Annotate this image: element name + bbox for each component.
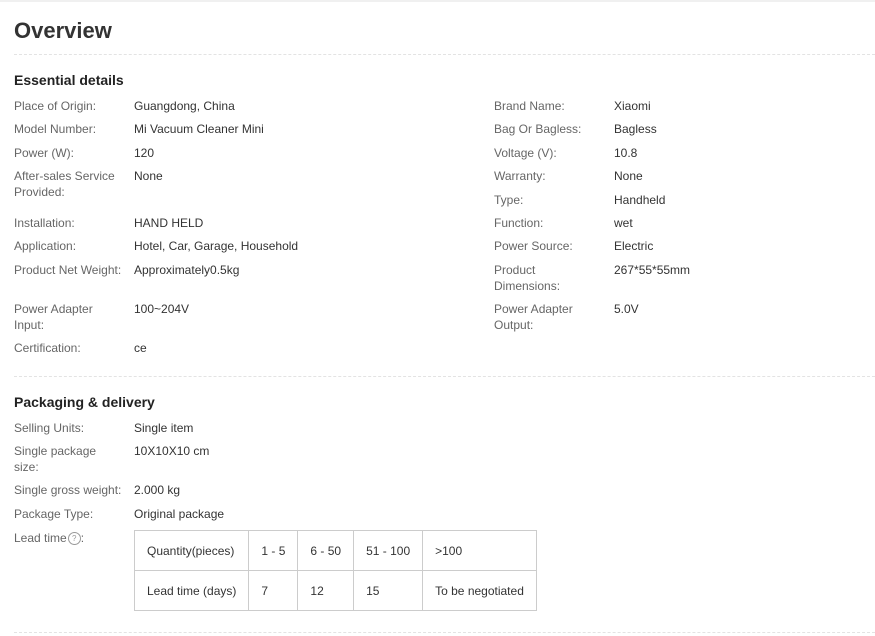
place-of-origin-label: Place of Origin:	[14, 99, 97, 113]
after-sales-label: After-sales Service Provided:	[14, 169, 115, 199]
essential-details-heading: Essential details	[14, 72, 124, 88]
net-weight-value: Approximately0.5kg	[134, 263, 240, 277]
table-cell: 1 - 5	[248, 530, 299, 571]
warranty-label: Warranty:	[494, 169, 546, 183]
adapter-input-label: Power Adapter Input:	[14, 302, 93, 332]
top-border	[0, 0, 875, 2]
selling-units-label: Selling Units:	[14, 421, 85, 435]
table-cell: 15	[353, 570, 424, 611]
application-label: Application:	[14, 239, 77, 253]
table-row: Quantity(pieces) 1 - 5 6 - 50 51 - 100 >…	[133, 530, 537, 571]
table-row: Lead time (days) 7 12 15 To be negotiate…	[133, 570, 537, 611]
gross-weight-value: 2.000 kg	[134, 483, 181, 497]
package-type-label: Package Type:	[14, 507, 94, 521]
divider	[14, 376, 875, 377]
type-value: Handheld	[614, 193, 666, 207]
table-cell: To be negotiated	[422, 570, 537, 611]
package-type-value: Original package	[134, 507, 225, 521]
installation-label: Installation:	[14, 216, 75, 230]
help-icon[interactable]: ?	[67, 532, 81, 546]
divider	[14, 632, 875, 633]
table-cell: 51 - 100	[353, 530, 424, 571]
certification-label: Certification:	[14, 341, 81, 355]
lead-time-table: Quantity(pieces) 1 - 5 6 - 50 51 - 100 >…	[133, 530, 537, 611]
brand-name-label: Brand Name:	[494, 99, 565, 113]
page-title: Overview	[14, 18, 112, 43]
net-weight-label: Product Net Weight:	[14, 263, 122, 277]
model-number-value: Mi Vacuum Cleaner Mini	[134, 122, 264, 136]
divider	[14, 54, 875, 55]
table-cell: Quantity(pieces)	[133, 530, 250, 571]
selling-units-value: Single item	[134, 421, 194, 435]
bag-value: Bagless	[614, 122, 657, 136]
lead-time-label: Lead time?:	[14, 531, 85, 546]
table-cell: Lead time (days)	[133, 570, 250, 611]
voltage-value: 10.8	[614, 146, 638, 160]
lead-time-text: Lead time	[14, 531, 67, 545]
after-sales-value: None	[134, 169, 163, 183]
model-number-label: Model Number:	[14, 122, 97, 136]
installation-value: HAND HELD	[134, 216, 204, 230]
table-cell: >100	[422, 530, 537, 571]
power-label: Power (W):	[14, 146, 74, 160]
power-source-value: Electric	[614, 239, 654, 253]
table-cell: 12	[297, 570, 355, 611]
gross-weight-label: Single gross weight:	[14, 483, 122, 497]
adapter-input-value: 100~204V	[134, 302, 190, 316]
function-label: Function:	[494, 216, 544, 230]
adapter-output-label: Power Adapter Output:	[494, 302, 573, 332]
dimensions-label: Product Dimensions:	[494, 263, 561, 293]
type-label: Type:	[494, 193, 524, 207]
table-cell: 6 - 50	[297, 530, 355, 571]
table-cell: 7	[248, 570, 299, 611]
warranty-value: None	[614, 169, 643, 183]
place-of-origin-value: Guangdong, China	[134, 99, 235, 113]
brand-name-value: Xiaomi	[614, 99, 651, 113]
bag-label: Bag Or Bagless:	[494, 122, 582, 136]
power-value: 120	[134, 146, 155, 160]
power-source-label: Power Source:	[494, 239, 573, 253]
package-size-label: Single package size:	[14, 444, 97, 474]
certification-value: ce	[134, 341, 147, 355]
function-value: wet	[614, 216, 633, 230]
package-size-value: 10X10X10 cm	[134, 444, 210, 458]
dimensions-value: 267*55*55mm	[614, 263, 691, 277]
adapter-output-value: 5.0V	[614, 302, 639, 316]
application-value: Hotel, Car, Garage, Household	[134, 239, 299, 253]
packaging-heading: Packaging & delivery	[14, 394, 155, 410]
voltage-label: Voltage (V):	[494, 146, 557, 160]
